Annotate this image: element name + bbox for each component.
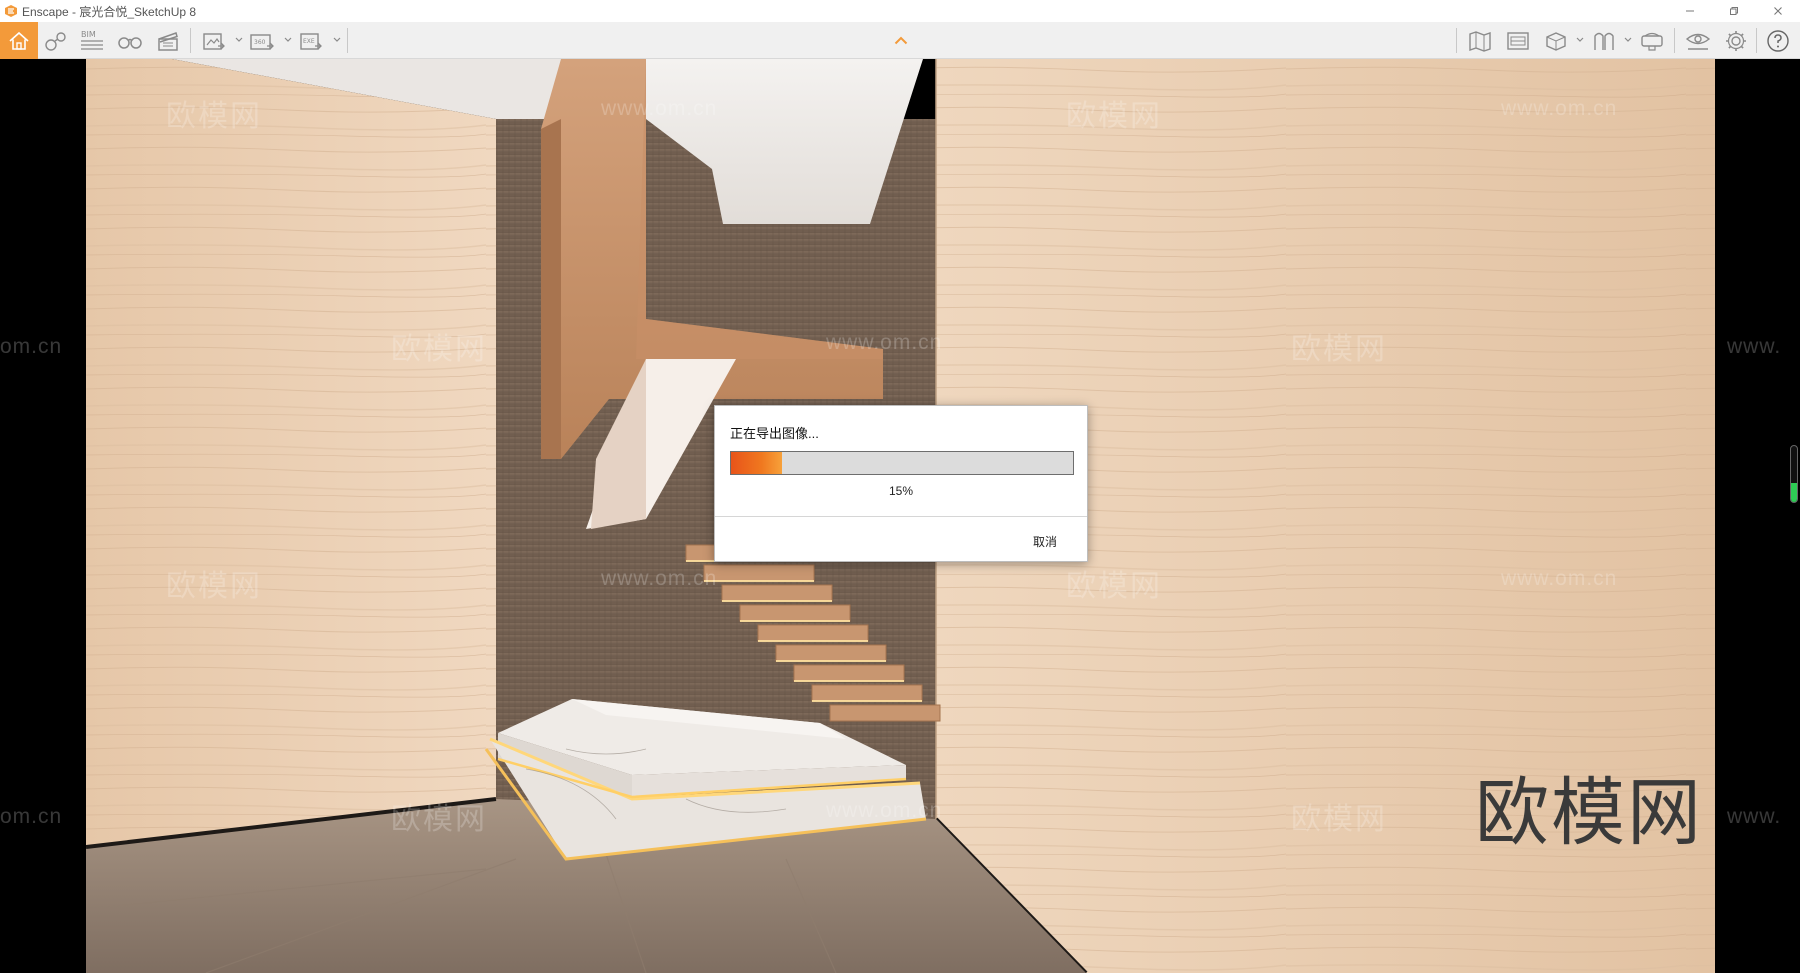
- cancel-button[interactable]: 取消: [1033, 533, 1057, 550]
- chevron-down-icon: [1576, 37, 1584, 42]
- watermark-url-partial: om.cn: [0, 335, 63, 358]
- visual-settings-button[interactable]: [1684, 27, 1712, 54]
- panorama-360-export-icon: 360: [250, 33, 274, 50]
- vr-headset-button[interactable]: [1638, 27, 1666, 54]
- progress-bar: [730, 451, 1074, 475]
- watermark-url: www.om.cn: [826, 331, 943, 354]
- enscape-logo-icon: [5, 5, 17, 17]
- chevron-down-icon: [235, 37, 243, 42]
- export-exe-label: EXE: [303, 38, 315, 45]
- screenshot-export-button[interactable]: [200, 27, 228, 54]
- binoculars-button[interactable]: [116, 27, 144, 54]
- screenshot-export-dropdown[interactable]: [234, 35, 244, 45]
- material-editor-icon: [1594, 32, 1614, 50]
- map-icon: [1469, 30, 1491, 52]
- settings-icon: [1726, 30, 1746, 51]
- screenshot-export-icon: [203, 32, 225, 50]
- batch-render-icon: [1507, 31, 1529, 50]
- close-button[interactable]: [1756, 0, 1800, 22]
- side-level-indicator: [1790, 445, 1798, 503]
- batch-render-button[interactable]: [1504, 27, 1532, 54]
- dialog-title: 正在导出图像...: [730, 426, 819, 441]
- material-editor-button[interactable]: [1590, 27, 1618, 54]
- title-bar: Enscape - 宸光合悦_SketchUp 8: [0, 0, 1800, 22]
- restore-button[interactable]: [1712, 0, 1756, 22]
- watermark-url: www.om.cn: [1501, 97, 1618, 120]
- watermark-text: 欧模网: [166, 569, 262, 604]
- binoculars-icon: [118, 36, 142, 49]
- minimize-button[interactable]: [1668, 0, 1712, 22]
- chevron-down-icon: [284, 37, 292, 42]
- watermark-text: 欧模网: [391, 802, 487, 837]
- map-button[interactable]: [1466, 27, 1494, 54]
- watermark-text: 欧模网: [391, 332, 487, 367]
- views-button[interactable]: [42, 27, 70, 54]
- dialog-divider: [715, 516, 1087, 517]
- watermark-url: www.om.cn: [601, 97, 718, 120]
- watermark-text: 欧模网: [1291, 802, 1387, 837]
- watermark-text: 欧模网: [166, 99, 262, 134]
- views-icon: [45, 31, 66, 51]
- settings-button[interactable]: [1722, 27, 1750, 54]
- watermark-url-partial: om.cn: [0, 805, 63, 828]
- side-level-fill: [1791, 482, 1797, 502]
- collapse-toolbar-button[interactable]: [891, 32, 911, 48]
- watermark-text: 欧模网: [1066, 569, 1162, 604]
- watermark-text: 欧模网: [1291, 332, 1387, 367]
- progress-bar-fill: [731, 452, 783, 474]
- clapperboard-icon: [158, 31, 178, 51]
- help-button[interactable]: [1764, 27, 1792, 54]
- export-360-label: 360: [254, 39, 266, 46]
- watermark-url: www.om.cn: [601, 567, 718, 590]
- restore-icon: [1730, 7, 1738, 15]
- export-progress-dialog: 正在导出图像... 15% 取消: [714, 405, 1088, 562]
- progress-percentage: 15%: [888, 484, 914, 498]
- toolbar: BIM 360 EXE: [0, 22, 1800, 59]
- exe-export-dropdown[interactable]: [332, 35, 342, 45]
- asset-library-button[interactable]: [1542, 27, 1570, 54]
- exe-export-button[interactable]: EXE: [298, 27, 326, 54]
- watermark-url-partial: www.: [1727, 805, 1782, 828]
- chevron-up-icon: [894, 36, 908, 44]
- help-icon: [1767, 29, 1789, 52]
- panorama-export-dropdown[interactable]: [283, 35, 293, 45]
- bim-icon: BIM: [81, 30, 103, 50]
- home-button[interactable]: [0, 22, 38, 59]
- watermark-url-partial: www.: [1727, 335, 1782, 358]
- bim-button[interactable]: BIM: [78, 27, 106, 54]
- watermark-text: 欧模网: [1066, 99, 1162, 134]
- video-editor-button[interactable]: [154, 27, 182, 54]
- panorama-export-button[interactable]: 360: [248, 27, 276, 54]
- minimize-icon: [1686, 10, 1694, 12]
- chevron-down-icon: [1624, 37, 1632, 42]
- exe-export-icon: EXE: [300, 32, 322, 50]
- asset-library-icon: [1546, 31, 1566, 51]
- bim-label: BIM: [81, 30, 96, 39]
- watermark-url: www.om.cn: [1501, 567, 1618, 590]
- chevron-down-icon: [333, 37, 341, 42]
- close-icon: [1774, 7, 1782, 15]
- visual-settings-icon: [1685, 33, 1711, 50]
- vr-headset-icon: [1641, 32, 1663, 51]
- brand-watermark: 欧模网: [1475, 770, 1703, 856]
- window-title: Enscape - 宸光合悦_SketchUp 8: [22, 4, 197, 19]
- watermark-url: www.om.cn: [826, 799, 943, 822]
- home-icon: [9, 31, 29, 50]
- material-editor-dropdown[interactable]: [1623, 35, 1633, 45]
- asset-library-dropdown[interactable]: [1575, 35, 1585, 45]
